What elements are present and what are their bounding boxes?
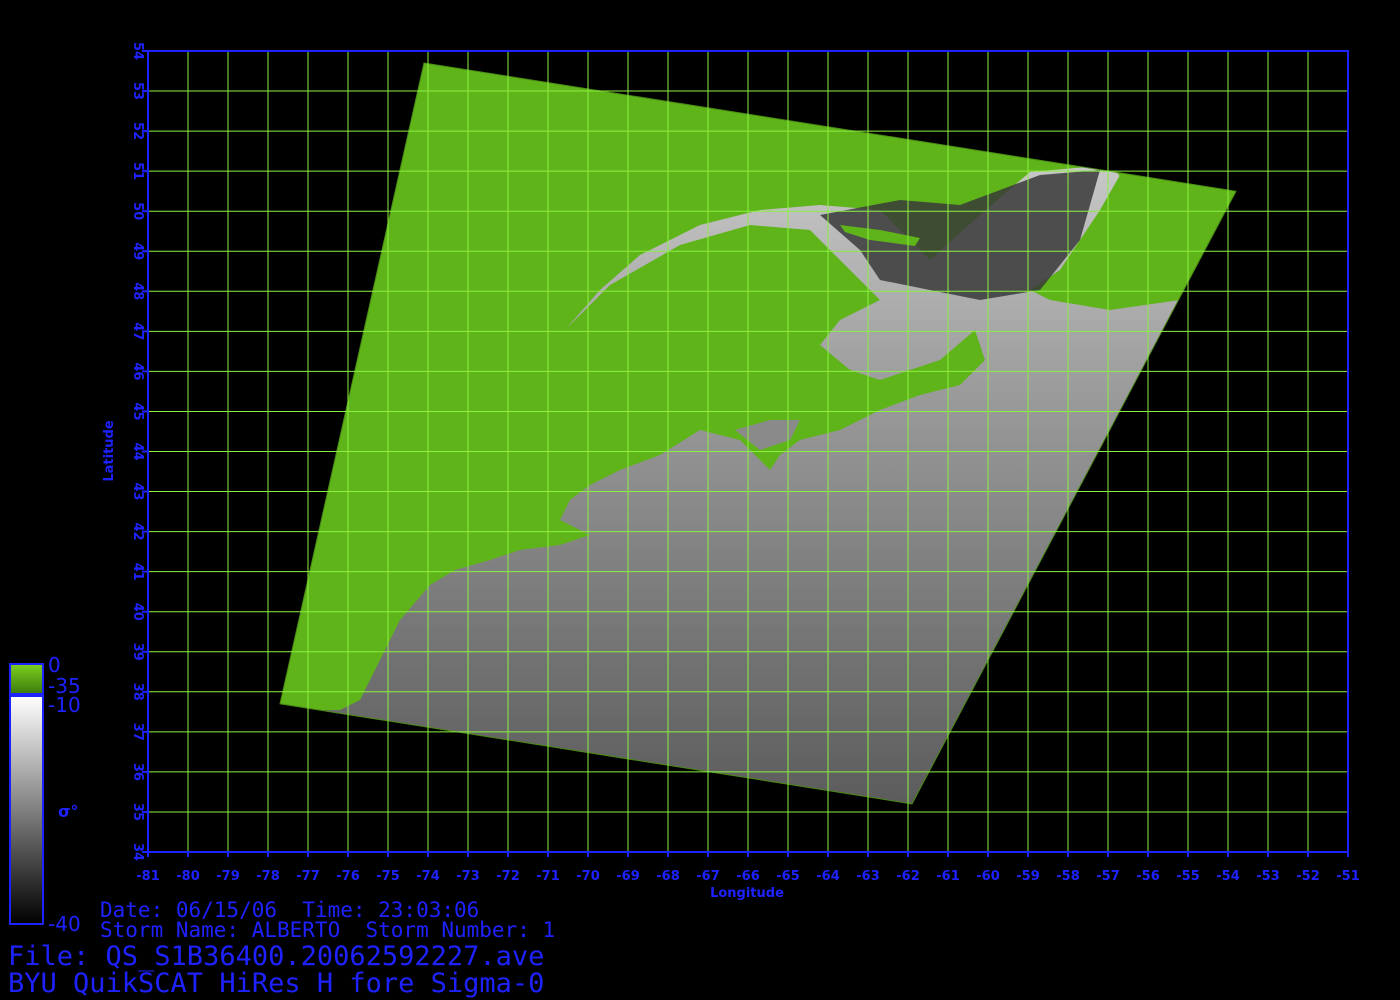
latitude-tick-label: 39 — [130, 643, 145, 661]
colorbar-land-segment — [9, 663, 44, 695]
longitude-tick-label: -56 — [1136, 869, 1160, 884]
storm-line: Storm Name: ALBERTO Storm Number: 1 — [100, 918, 556, 942]
latitude-tick-label: 45 — [130, 402, 145, 420]
colorbar-land-top-label: 0 — [48, 653, 61, 677]
longitude-tick-label: -75 — [376, 869, 400, 884]
file-line: File: QS_S1B36400.20062592227.ave — [8, 941, 545, 972]
latitude-tick-label: 52 — [130, 122, 145, 140]
longitude-tick-label: -63 — [856, 869, 880, 884]
colorbar-ocean-top-label: -10 — [48, 693, 81, 717]
longitude-tick-label: -58 — [1056, 869, 1080, 884]
longitude-tick-label: -69 — [616, 869, 640, 884]
longitude-tick-label: -64 — [816, 869, 840, 884]
latitude-tick-label: 34 — [130, 843, 145, 861]
longitude-tick-label: -62 — [896, 869, 920, 884]
latitude-tick-label: 51 — [130, 162, 145, 180]
latitude-tick-labels: 34 35 36 37 38 39 40 41 42 43 44 45 46 47 48 49 50 51 52 53… — [130, 42, 148, 861]
colorbar-symbol: σ° — [58, 802, 79, 821]
longitude-tick-label: -67 — [696, 869, 720, 884]
map-figure: -81 -80 -79 -78 -77 -76 -75 -74 -73 -72 -71 -70 -69 -… — [9, 42, 1360, 925]
longitude-tick-label: -51 — [1336, 869, 1360, 884]
latitude-tick-label: 49 — [130, 242, 145, 260]
swath-image — [279, 62, 1237, 805]
longitude-tick-label: -71 — [536, 869, 560, 884]
longitude-tick-label: -61 — [936, 869, 960, 884]
latitude-tick-label: 36 — [130, 763, 145, 781]
latitude-tick-label: 38 — [130, 683, 145, 701]
longitude-tick-label: -52 — [1296, 869, 1320, 884]
latitude-tick-label: 53 — [130, 82, 145, 100]
latitude-tick-label: 46 — [130, 362, 145, 380]
latitude-tick-label: 43 — [130, 483, 145, 501]
longitude-tick-label: -60 — [976, 869, 1000, 884]
longitude-tick-label: -57 — [1096, 869, 1120, 884]
longitude-tick-labels: -81 -80 -79 -78 -77 -76 -75 -74 -73 -72 -71 -70 -69 -… — [136, 852, 1360, 884]
latitude-tick-label: 47 — [130, 322, 145, 340]
longitude-tick-label: -78 — [256, 869, 280, 884]
longitude-tick-label: -79 — [216, 869, 240, 884]
latitude-tick-label: 35 — [130, 803, 145, 821]
x-axis-title: Longitude — [710, 886, 784, 901]
longitude-tick-label: -55 — [1176, 869, 1200, 884]
longitude-tick-label: -68 — [656, 869, 680, 884]
latitude-tick-label: 48 — [130, 282, 145, 300]
latitude-tick-label: 54 — [130, 42, 145, 60]
longitude-tick-label: -53 — [1256, 869, 1280, 884]
latitude-tick-label: 50 — [130, 202, 145, 220]
latitude-tick-label: 37 — [130, 723, 145, 741]
product-line: BYU QuikSCAT HiRes H fore Sigma-0 — [8, 968, 545, 999]
longitude-tick-label: -76 — [336, 869, 360, 884]
longitude-tick-label: -73 — [456, 869, 480, 884]
longitude-tick-label: -74 — [416, 869, 440, 884]
colorbar — [9, 663, 44, 925]
colorbar-ocean-segment — [9, 695, 44, 925]
longitude-tick-label: -80 — [176, 869, 200, 884]
longitude-tick-label: -81 — [136, 869, 160, 884]
longitude-tick-label: -65 — [776, 869, 800, 884]
longitude-tick-label: -77 — [296, 869, 320, 884]
latitude-tick-label: 41 — [130, 563, 145, 581]
latitude-tick-label: 44 — [130, 442, 145, 460]
longitude-tick-label: -66 — [736, 869, 760, 884]
y-axis-title: Latitude — [102, 420, 117, 482]
longitude-tick-label: -70 — [576, 869, 600, 884]
latitude-tick-label: 40 — [130, 603, 145, 621]
lat-lon-grid — [147, 50, 1349, 853]
longitude-tick-label: -54 — [1216, 869, 1240, 884]
longitude-tick-label: -72 — [496, 869, 520, 884]
latitude-tick-label: 42 — [130, 523, 145, 541]
colorbar-ocean-bottom-label: -40 — [48, 912, 81, 936]
longitude-tick-label: -59 — [1016, 869, 1040, 884]
